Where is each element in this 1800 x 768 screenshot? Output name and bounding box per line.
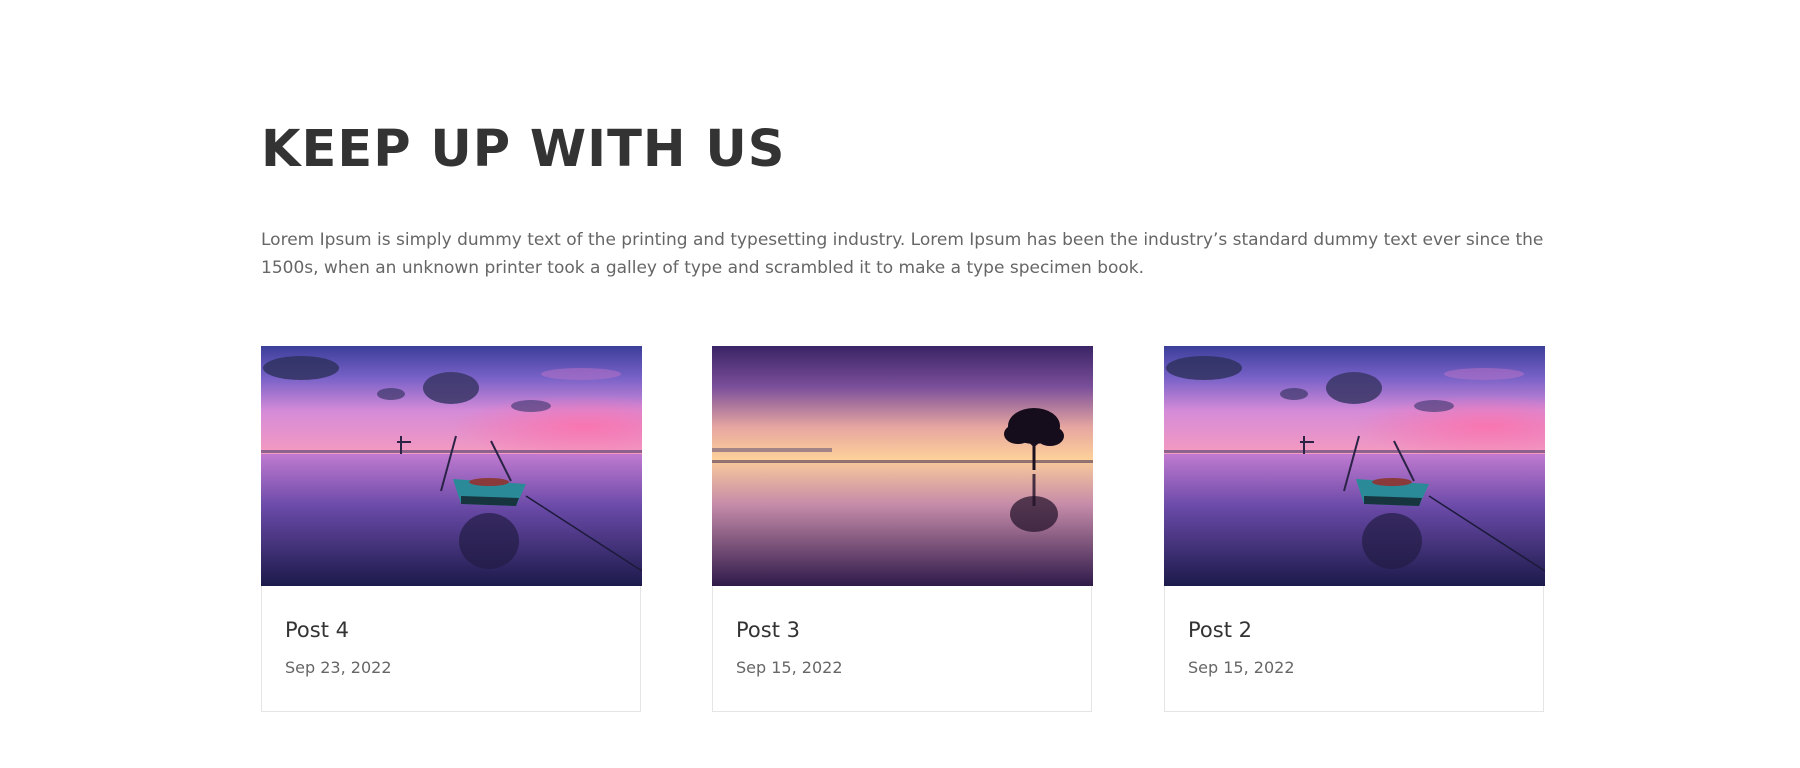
section-heading: KEEP UP WITH US [261, 120, 786, 179]
section-intro-text: Lorem Ipsum is simply dummy text of the … [261, 230, 1544, 278]
post-card[interactable]: Post 2 Sep 15, 2022 [1164, 346, 1545, 712]
post-title[interactable]: Post 3 [736, 616, 800, 644]
boat-sunset-image [1164, 346, 1545, 586]
post-date: Sep 23, 2022 [285, 658, 392, 677]
post-date: Sep 15, 2022 [736, 658, 843, 677]
blog-section: KEEP UP WITH US Lorem Ipsum is simply du… [261, 0, 1545, 768]
post-title[interactable]: Post 4 [285, 616, 349, 644]
post-date: Sep 15, 2022 [1188, 658, 1295, 677]
posts-grid: Post 4 Sep 23, 2022 Post 3 Sep 15, 2022 … [261, 346, 1545, 713]
boat-sunset-image [261, 346, 642, 586]
post-thumbnail-link[interactable] [261, 346, 642, 586]
post-thumbnail-link[interactable] [712, 346, 1093, 586]
tree-sunset-image [712, 346, 1093, 586]
post-card[interactable]: Post 3 Sep 15, 2022 [712, 346, 1093, 712]
post-thumbnail-link[interactable] [1164, 346, 1545, 586]
post-card[interactable]: Post 4 Sep 23, 2022 [261, 346, 642, 712]
post-title[interactable]: Post 2 [1188, 616, 1252, 644]
